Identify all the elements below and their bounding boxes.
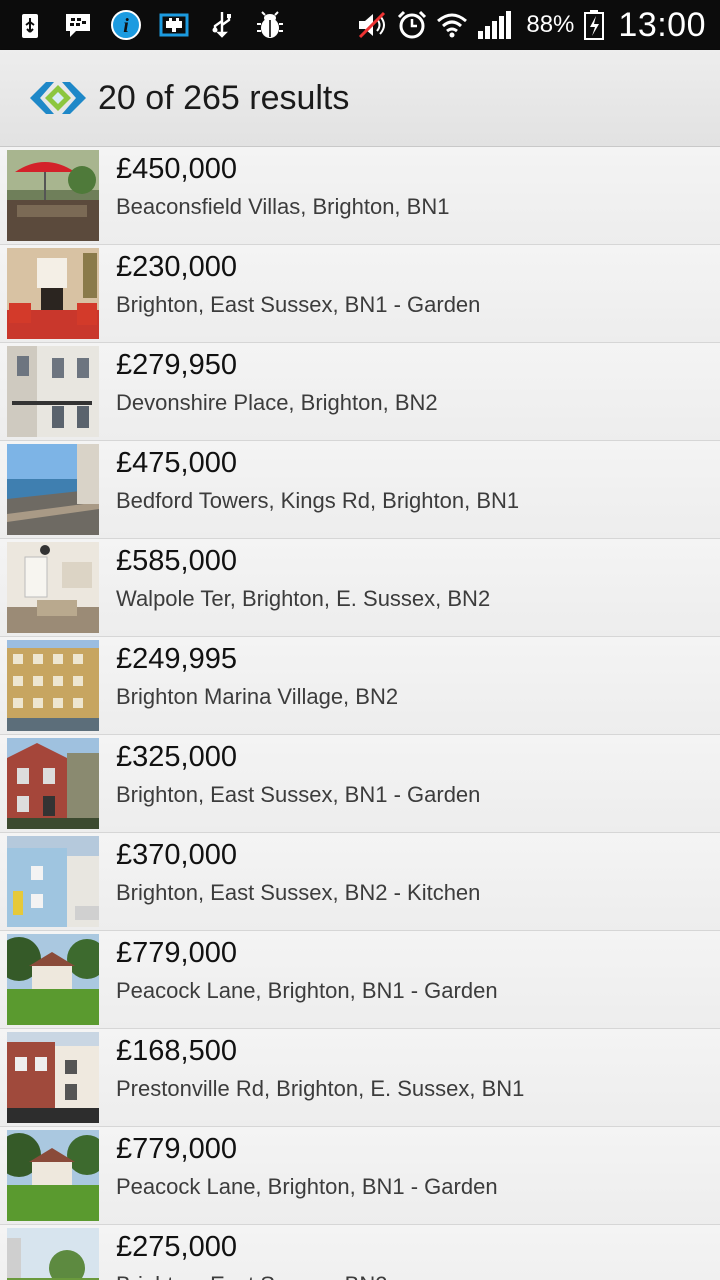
svg-text:i: i [123,15,129,37]
listing-price: £370,000 [116,839,237,871]
property-thumbnail [7,1032,99,1123]
property-thumbnail [7,248,99,339]
power-connector-icon [159,13,189,37]
usb-storage-icon [22,14,38,38]
app-logo-icon[interactable] [28,78,88,118]
listing-address: Devonshire Place, Brighton, BN2 [116,390,438,415]
list-item[interactable]: £475,000 Bedford Towers, Kings Rd, Brigh… [0,441,720,539]
listing-address: Brighton Marina Village, BN2 [116,684,399,709]
property-thumbnail [7,444,99,535]
property-thumbnail [7,934,99,1025]
list-item[interactable]: £275,000 Brighton, East Sussex, BN2 [0,1225,720,1280]
list-item[interactable]: £325,000 Brighton, East Sussex, BN1 - Ga… [0,735,720,833]
list-item[interactable]: £168,500 Prestonville Rd, Brighton, E. S… [0,1029,720,1127]
list-item[interactable]: £279,950 Devonshire Place, Brighton, BN2 [0,343,720,441]
list-item[interactable]: £779,000 Peacock Lane, Brighton, BN1 - G… [0,931,720,1029]
property-thumbnail [7,150,99,241]
listing-price: £475,000 [116,447,237,479]
listing-price: £275,000 [116,1231,237,1263]
property-thumbnail [7,346,99,437]
listing-address: Brighton, East Sussex, BN2 [116,1272,387,1280]
list-item[interactable]: £450,000 Beaconsfield Villas, Brighton, … [0,147,720,245]
action-bar: 20 of 265 results [0,50,720,147]
property-thumbnail [7,1130,99,1221]
property-thumbnail [7,1228,99,1280]
listing-address: Bedford Towers, Kings Rd, Brighton, BN1 [116,488,520,513]
property-thumbnail [7,640,99,731]
info-icon: i [111,10,141,40]
property-thumbnail [7,836,99,927]
listing-address: Beaconsfield Villas, Brighton, BN1 [116,194,450,219]
page-title: 20 of 265 results [98,78,350,117]
clock: 13:00 [618,5,706,44]
status-bar: i 88% 13:00 [0,0,720,50]
wifi-icon [437,13,468,38]
listing-price: £585,000 [116,545,237,577]
listing-price: £450,000 [116,153,237,185]
listing-price: £779,000 [116,1133,237,1165]
listing-address: Prestonville Rd, Brighton, E. Sussex, BN… [116,1076,525,1101]
list-item[interactable]: £779,000 Peacock Lane, Brighton, BN1 - G… [0,1127,720,1225]
list-item[interactable]: £370,000 Brighton, East Sussex, BN2 - Ki… [0,833,720,931]
battery-charging-icon [584,10,605,40]
alarm-clock-icon [398,10,427,39]
listing-address: Walpole Ter, Brighton, E. Sussex, BN2 [116,586,491,611]
usb-icon [212,12,231,38]
listing-address: Brighton, East Sussex, BN1 - Garden [116,782,481,807]
listing-address: Brighton, East Sussex, BN2 - Kitchen [116,880,481,905]
battery-percent: 88% [526,11,575,38]
listing-address: Peacock Lane, Brighton, BN1 - Garden [116,978,498,1003]
list-item[interactable]: £249,995 Brighton Marina Village, BN2 [0,637,720,735]
list-item[interactable]: £230,000 Brighton, East Sussex, BN1 - Ga… [0,245,720,343]
listing-price: £325,000 [116,741,237,773]
listing-price: £279,950 [116,349,237,381]
listing-price: £168,500 [116,1035,237,1067]
listing-price: £230,000 [116,251,237,283]
blackberry-messenger-icon [66,14,90,37]
listing-address: Brighton, East Sussex, BN1 - Garden [116,292,481,317]
results-list: £450,000 Beaconsfield Villas, Brighton, … [0,147,720,1280]
property-thumbnail [7,738,99,829]
listing-price: £249,995 [116,643,237,675]
listing-price: £779,000 [116,937,237,969]
signal-bars-icon [478,11,512,39]
property-thumbnail [7,542,99,633]
list-item[interactable]: £585,000 Walpole Ter, Brighton, E. Susse… [0,539,720,637]
muted-speaker-icon [359,11,386,39]
listing-address: Peacock Lane, Brighton, BN1 - Garden [116,1174,498,1199]
debug-bug-icon [257,11,283,38]
